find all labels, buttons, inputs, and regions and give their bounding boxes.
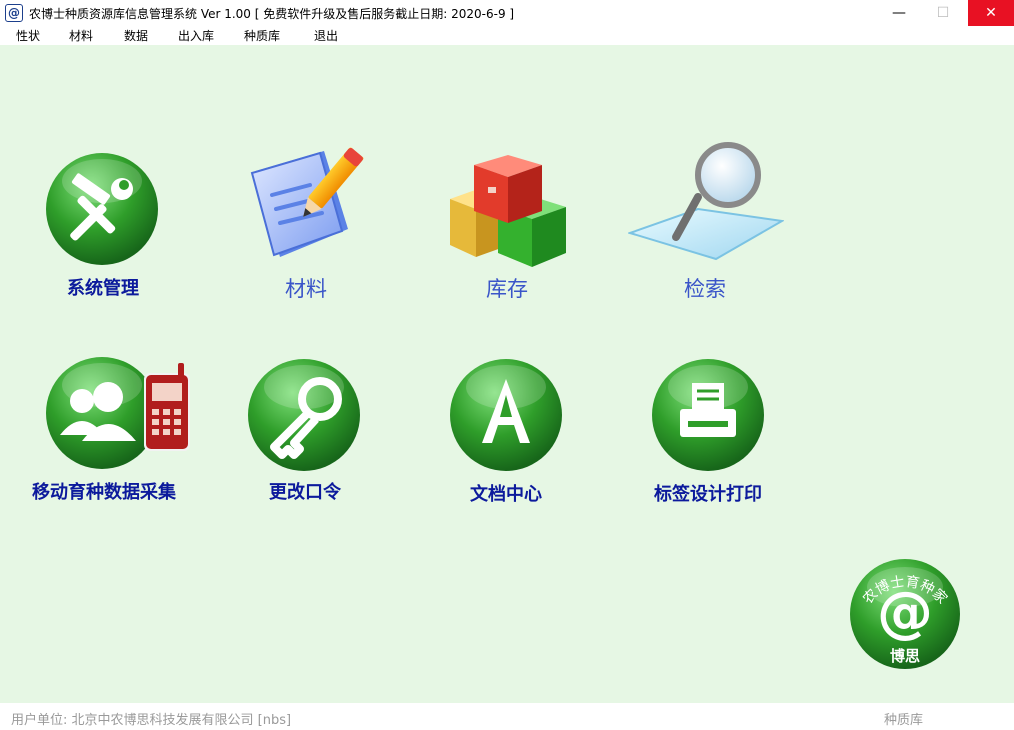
tile-label-materials[interactable]: 材料 xyxy=(285,273,327,303)
tile-label-inventory[interactable]: 库存 xyxy=(486,273,528,303)
tile-label-documents[interactable]: 文档中心 xyxy=(470,480,542,506)
app-window: @ 农博士种质资源库信息管理系统 Ver 1.00 [ 免费软件升级及售后服务截… xyxy=(0,0,1014,730)
maximize-button[interactable]: ☐ xyxy=(920,0,966,26)
close-button[interactable]: ✕ xyxy=(968,0,1014,26)
menu-data[interactable]: 数据 xyxy=(124,27,148,44)
tile-label-mobile-collect[interactable]: 移动育种数据采集 xyxy=(32,478,176,504)
main-panel: 系统管理 材料 库存 检索 移动育种数据采集 更改口令 文档中心 标签设计打印 … xyxy=(0,45,1014,703)
status-user-unit: 用户单位: 北京中农博思科技发展有限公司 [nbs] xyxy=(11,713,292,728)
boxes-icon[interactable] xyxy=(446,153,570,273)
printer-icon[interactable] xyxy=(650,357,766,477)
key-icon[interactable] xyxy=(246,357,362,477)
letter-a-icon[interactable] xyxy=(448,357,564,477)
logo-bottom-text: 博思 xyxy=(890,647,920,665)
menu-germplasm-bank[interactable]: 种质库 xyxy=(244,27,280,44)
document-pencil-icon[interactable] xyxy=(244,141,372,273)
menu-bar: 性状 材料 数据 出入库 种质库 退出 xyxy=(0,26,1014,45)
menu-materials[interactable]: 材料 xyxy=(69,27,93,44)
window-title: 农博士种质资源库信息管理系统 Ver 1.00 [ 免费软件升级及售后服务截止日… xyxy=(29,6,515,21)
menu-stock-in-out[interactable]: 出入库 xyxy=(178,27,214,44)
app-logo-icon: @ xyxy=(5,4,23,22)
tile-label-system-admin[interactable]: 系统管理 xyxy=(67,274,139,300)
tile-label-change-password[interactable]: 更改口令 xyxy=(269,478,341,504)
minimize-button[interactable]: — xyxy=(876,0,922,26)
menu-exit[interactable]: 退出 xyxy=(314,27,338,44)
title-bar[interactable]: @ 农博士种质资源库信息管理系统 Ver 1.00 [ 免费软件升级及售后服务截… xyxy=(0,0,1014,26)
brand-logo: @ 农博士育种家 博思 xyxy=(848,557,962,675)
status-bar: 用户单位: 北京中农博思科技发展有限公司 [nbs] 种质库 xyxy=(0,703,1014,730)
tools-icon[interactable] xyxy=(44,151,160,271)
tile-label-search[interactable]: 检索 xyxy=(684,273,726,303)
menu-traits[interactable]: 性状 xyxy=(16,27,40,44)
status-module: 种质库 xyxy=(884,713,924,728)
magnifier-icon[interactable] xyxy=(626,141,786,269)
users-phone-icon[interactable] xyxy=(44,357,196,477)
tile-label-label-print[interactable]: 标签设计打印 xyxy=(654,480,762,506)
